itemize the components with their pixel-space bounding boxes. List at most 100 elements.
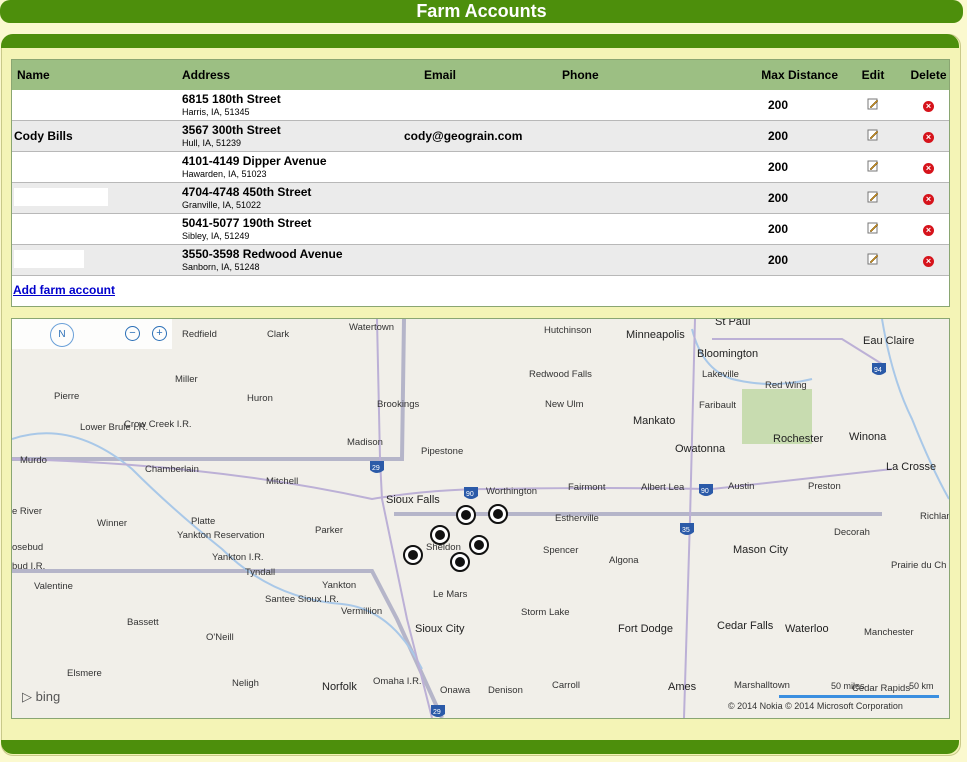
delete-icon: × [923,163,934,174]
map-label: St Paul [715,319,750,328]
map-label: Platte [191,516,215,527]
map-label: Pierre [54,391,79,402]
scale-miles: 50 miles [831,681,865,691]
map-label: Waterloo [785,623,829,635]
row-city: Sanborn, IA, 51248 [182,261,260,272]
row-street: 6815 180th Street [182,91,281,106]
map-label: Cedar Falls [717,620,774,632]
row-name [12,151,182,183]
map-label: Parker [315,525,343,536]
header-edit: Edit [838,60,908,90]
zoom-in-button[interactable]: + [152,326,167,341]
map-label: Richlan Cent [920,511,949,522]
row-name [12,244,182,276]
map-label: Manchester [864,627,914,638]
map-label: Mitchell [266,476,298,487]
map-label: La Crosse [886,461,936,473]
row-street: 4101-4149 Dipper Avenue [182,153,327,168]
map-label: Decorah [834,527,870,538]
farm-marker[interactable] [430,525,450,545]
row-email [404,213,562,245]
bing-logo: ▷ bing [22,689,61,704]
edit-button[interactable] [838,244,908,276]
map-label: Minneapolis [626,329,685,341]
svg-text:90: 90 [466,491,474,498]
edit-button[interactable] [838,182,908,214]
map-label: Chamberlain [145,464,199,475]
map-label: Denison [488,685,523,696]
map-label: Algona [609,555,639,566]
map-label: Hutchinson [544,325,592,336]
highway-shield: 94 [872,363,886,375]
map-label: e River [12,506,42,517]
map-view[interactable]: Redfield Clark Watertown Hutchinson Minn… [11,318,950,719]
map-label: Pipestone [421,446,463,457]
map-label: Marshalltown [734,680,790,691]
map-label: New Ulm [545,399,584,410]
header-name: Name [12,60,182,90]
row-phone [562,90,658,121]
svg-text:29: 29 [372,465,380,472]
edit-icon [867,253,879,264]
table-row: 4704-4748 450th Street Granville, IA, 51… [12,182,949,214]
delete-button[interactable]: × [908,182,949,214]
row-name: Cody Bills [12,120,182,152]
compass-button[interactable]: N [50,323,74,347]
table-row: 4101-4149 Dipper Avenue Hawarden, IA, 51… [12,151,949,183]
row-name [12,90,182,121]
map-label: Valentine [34,581,73,592]
row-address: 3550-3598 Redwood Avenue Sanborn, IA, 51… [182,244,404,276]
delete-button[interactable]: × [908,151,949,183]
map-label: Lower Brule I.R. [80,422,148,433]
map-label: Worthington [486,486,537,497]
map-label: Norfolk [322,681,357,693]
scale-bar [779,695,939,698]
farm-marker[interactable] [456,505,476,525]
edit-button[interactable] [838,120,908,152]
map-label: Lakeville [702,369,739,380]
farm-marker[interactable] [450,552,470,572]
map-label: Winner [97,518,127,529]
svg-text:35: 35 [682,527,690,534]
farm-marker[interactable] [403,545,423,565]
add-farm-account-link[interactable]: Add farm account [13,283,115,297]
delete-button[interactable]: × [908,213,949,245]
map-canvas[interactable]: Redfield Clark Watertown Hutchinson Minn… [12,319,949,718]
highway-shield: 90 [699,484,713,496]
map-label: Red Wing [765,380,807,391]
row-phone [562,120,658,152]
map-navigation-control: N − + [12,319,172,349]
row-max-distance: 200 [658,151,838,183]
edit-button[interactable] [838,213,908,245]
map-label: Carroll [552,680,580,691]
edit-icon [867,222,879,233]
delete-button[interactable]: × [908,90,949,121]
farm-marker[interactable] [469,535,489,555]
map-label: Fairmont [568,482,606,493]
map-label: Yankton [322,580,356,591]
map-label: osebud [12,542,43,553]
row-max-distance: 200 [658,182,838,214]
map-label: Santee Sioux I.R. [265,594,339,605]
header-phone: Phone [562,60,658,90]
row-city: Hawarden, IA, 51023 [182,168,267,179]
row-address: 4101-4149 Dipper Avenue Hawarden, IA, 51… [182,151,404,183]
map-label: Redfield [182,329,217,340]
delete-icon: × [923,225,934,236]
delete-button[interactable]: × [908,244,949,276]
map-label: Prairie du Ch [891,560,946,571]
row-email [404,151,562,183]
zoom-out-button[interactable]: − [125,326,140,341]
map-label: Watertown [349,322,394,333]
delete-button[interactable]: × [908,120,949,152]
edit-button[interactable] [838,90,908,121]
map-label: Elsmere [67,668,102,679]
farm-marker[interactable] [488,504,508,524]
map-label: Omaha I.R. [373,676,422,687]
map-label: Rochester [773,433,823,445]
edit-button[interactable] [838,151,908,183]
row-address: 3567 300th Street Hull, IA, 51239 [182,120,404,152]
map-label: Spencer [543,545,578,556]
map-label: Yankton Reservation [177,530,265,541]
table-row: 3550-3598 Redwood Avenue Sanborn, IA, 51… [12,244,949,276]
